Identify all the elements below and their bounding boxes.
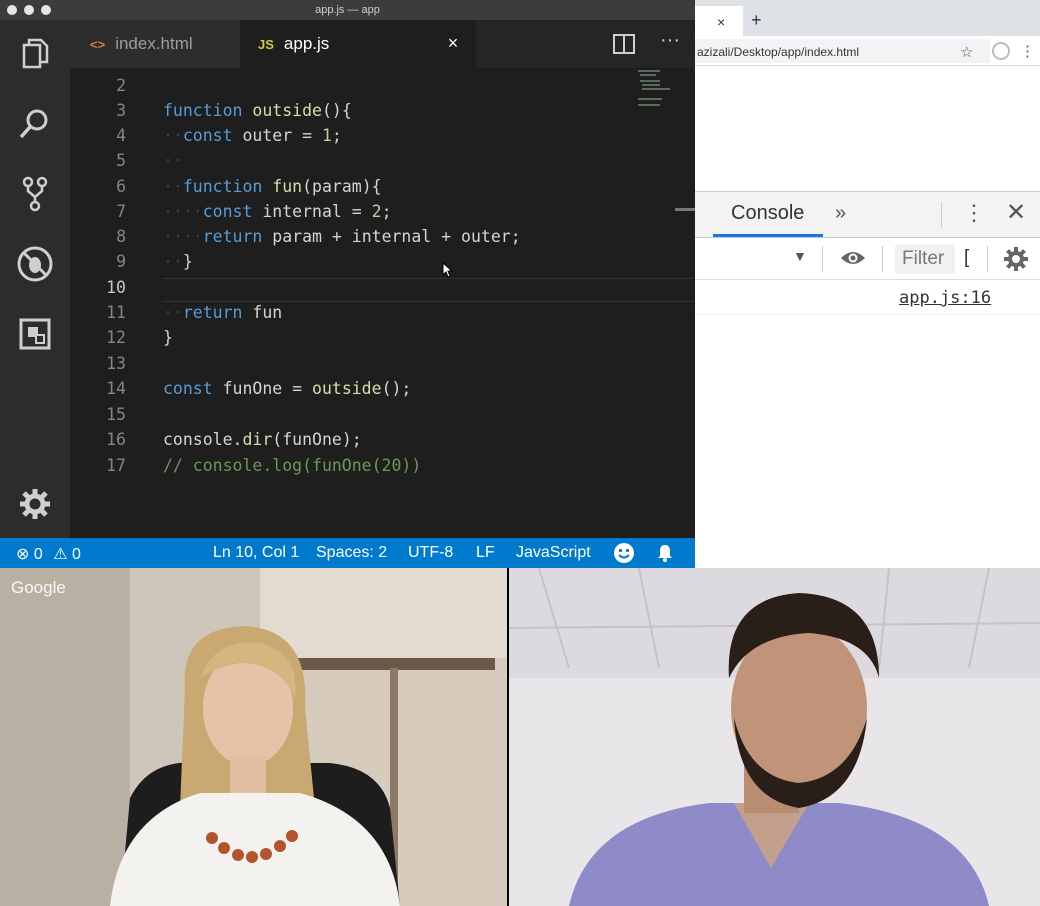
error-icon: ⊗ (16, 546, 30, 563)
code-editor[interactable]: 2 3 function outside(){ 4 ··const outer = … (70, 68, 708, 538)
tab-label: index.html (115, 34, 193, 53)
code-line: 14 const funOne = outside(); (106, 379, 412, 398)
language-mode[interactable]: JavaScript (516, 544, 591, 562)
console-settings-gear-icon[interactable] (1003, 246, 1029, 272)
editor-tabs: <> index.html JS app.js × ··· (70, 20, 695, 68)
problems-indicator[interactable]: ⊗ 0 ⚠ 0 (16, 544, 81, 564)
code-line: 7 ····const internal = 2; (116, 202, 392, 221)
browser-toolbar: azizali/Desktop/app/index.html ☆ ⋮ (695, 36, 1040, 66)
code-line: 17// console.log(funOne(20)) (106, 456, 422, 475)
minimap[interactable] (635, 68, 675, 108)
explorer-icon[interactable] (15, 34, 55, 74)
tab-app-js[interactable]: JS app.js × (240, 20, 476, 68)
profile-avatar-icon[interactable] (992, 42, 1010, 60)
more-actions-icon[interactable]: ··· (658, 30, 682, 54)
mouse-cursor-icon (442, 261, 454, 278)
context-dropdown-icon[interactable]: ▼ (793, 248, 807, 264)
page-viewport (695, 67, 1040, 191)
console-toolbar: ▼ Filter [ (695, 238, 1040, 280)
code-line: 5 ·· (116, 151, 183, 170)
close-devtools-icon[interactable]: ✕ (1006, 198, 1026, 227)
tab-close-icon[interactable]: × (717, 14, 725, 30)
browser-tab-strip: × + (695, 0, 1040, 36)
divider (941, 202, 942, 228)
error-count: 0 (33, 546, 43, 563)
code-line: 9 ··} (116, 252, 193, 271)
code-line: 11 ··return fun (106, 303, 283, 322)
video-feed-right (509, 568, 1040, 906)
divider (987, 246, 988, 272)
live-expression-eye-icon[interactable] (839, 248, 867, 268)
code-line: 3 function outside(){ (116, 101, 352, 120)
file-encoding[interactable]: UTF-8 (408, 544, 453, 562)
divider (882, 246, 883, 272)
code-line: 12} (106, 328, 173, 347)
title-bar: app.js — app (0, 0, 695, 20)
code-line: 8 ····return param + internal + outer; (116, 227, 521, 246)
browser-window: × + azizali/Desktop/app/index.html ☆ ⋮ C… (695, 0, 1040, 568)
filter-overflow: [ (964, 247, 970, 268)
code-line: 4 ··const outer = 1; (116, 126, 342, 145)
warning-icon: ⚠ (53, 546, 68, 563)
devtools-menu-icon[interactable]: ⋮ (963, 200, 985, 226)
code-line: 13 (106, 354, 126, 373)
code-line: 15 (106, 405, 126, 424)
tab-label: app.js (283, 34, 330, 53)
presenter-right-image (509, 568, 1040, 906)
search-icon[interactable] (15, 104, 55, 144)
devtools-tabs: Console » ⋮ ✕ (695, 192, 1040, 238)
extensions-icon[interactable] (15, 314, 55, 354)
tab-index-html[interactable]: <> index.html (70, 20, 240, 68)
notifications-bell-icon[interactable] (655, 543, 675, 568)
status-bar: ⊗ 0 ⚠ 0 Ln 10, Col 1 Spaces: 2 UTF-8 LF … (0, 538, 695, 568)
code-line: 2 (116, 76, 126, 95)
more-tabs-icon[interactable]: » (835, 202, 846, 225)
google-watermark: Google (11, 578, 66, 597)
scrollbar-thumb[interactable] (675, 208, 695, 211)
code-line-current: 10 (106, 278, 126, 297)
video-feed-left (0, 568, 507, 906)
feedback-smiley-icon[interactable] (613, 542, 635, 569)
code-line: 16 console.dir(funOne); (106, 430, 362, 449)
tab-console[interactable]: Console (713, 192, 823, 237)
js-file-icon: JS (258, 36, 274, 52)
address-bar[interactable]: azizali/Desktop/app/index.html ☆ (695, 39, 990, 63)
new-tab-button[interactable]: + (751, 10, 762, 31)
code-line: 6 ··function fun(param){ (116, 177, 382, 196)
presenter-left-image (0, 568, 507, 906)
devtools-panel: Console » ⋮ ✕ ▼ Filter [ app.js:16 (695, 191, 1040, 568)
window-title: app.js — app (315, 4, 380, 16)
console-filter-input[interactable]: Filter (895, 244, 955, 274)
bookmark-star-icon[interactable]: ☆ (960, 43, 973, 61)
split-editor-icon[interactable] (613, 34, 635, 54)
browser-menu-icon[interactable]: ⋮ (1020, 42, 1035, 60)
browser-tab[interactable]: × (695, 6, 743, 36)
indentation-setting[interactable]: Spaces: 2 (316, 544, 387, 562)
url-text: azizali/Desktop/app/index.html (697, 45, 860, 59)
debug-icon[interactable] (15, 244, 55, 284)
tab-close-icon[interactable]: × (442, 32, 464, 54)
line-ending[interactable]: LF (476, 544, 495, 562)
settings-gear-icon[interactable] (15, 484, 55, 524)
source-control-icon[interactable] (15, 174, 55, 214)
console-row-divider (695, 314, 1040, 315)
warning-count: 0 (72, 546, 81, 563)
cursor-position[interactable]: Ln 10, Col 1 (213, 544, 299, 562)
html-file-icon: <> (90, 36, 106, 52)
activity-bar (0, 20, 70, 538)
divider (822, 246, 823, 272)
console-source-link[interactable]: app.js:16 (899, 288, 991, 308)
vscode-window: app.js — app <> index.html JS app.js × ·… (0, 0, 708, 568)
